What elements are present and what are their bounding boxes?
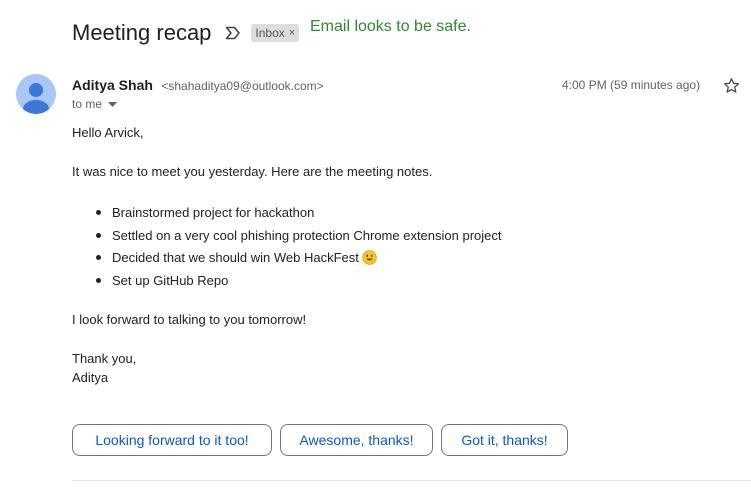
recipient-summary: to me: [72, 97, 103, 111]
sender-email: <shahaditya09@outlook.com>: [161, 79, 324, 93]
greeting-text: Hello Arvick,: [72, 125, 144, 140]
signature-text: Aditya: [72, 370, 109, 385]
closing-line-text: I look forward to talking to you tomorro…: [72, 312, 307, 327]
sender-avatar[interactable]: [16, 74, 56, 114]
smart-reply-button[interactable]: Looking forward to it too!: [72, 424, 272, 456]
list-item: Decided that we should win Web HackFest: [72, 249, 502, 272]
list-item: Set up GitHub Repo: [72, 272, 502, 295]
divider: [72, 480, 751, 481]
sender-name[interactable]: Aditya Shah: [72, 77, 153, 93]
intro-text: It was nice to meet you yesterday. Here …: [72, 164, 433, 179]
list-item: Brainstormed project for hackathon: [72, 204, 502, 227]
smart-reply-button[interactable]: Got it, thanks!: [441, 424, 568, 456]
smiling-face-emoji-icon: [362, 250, 377, 265]
caret-down-icon[interactable]: [108, 101, 118, 107]
meeting-notes-list: Brainstormed project for hackathon Settl…: [72, 204, 502, 294]
list-item: Settled on a very cool phishing protecti…: [72, 227, 502, 250]
important-marker-icon[interactable]: [225, 26, 241, 40]
list-item-text: Settled on a very cool phishing protecti…: [112, 227, 502, 243]
subject-row: Meeting recap Inbox ×: [72, 16, 300, 50]
star-icon[interactable]: [723, 77, 740, 94]
inbox-label-chip[interactable]: Inbox ×: [251, 24, 300, 42]
sender-row: Aditya Shah <shahaditya09@outlook.com>: [72, 77, 324, 95]
safety-status-message: Email looks to be safe.: [310, 18, 471, 35]
inbox-label-text: Inbox: [255, 26, 285, 40]
list-item-text: Set up GitHub Repo: [112, 272, 229, 288]
smart-reply-button[interactable]: Awesome, thanks!: [280, 424, 433, 456]
signoff-text: Thank you,: [72, 351, 137, 366]
remove-label-icon[interactable]: ×: [289, 26, 295, 40]
recipient-details-toggle[interactable]: to me: [72, 97, 118, 111]
person-avatar-icon: [23, 83, 49, 114]
email-subject: Meeting recap: [72, 20, 212, 45]
email-timestamp: 4:00 PM (59 minutes ago): [562, 78, 701, 92]
list-item-text: Brainstormed project for hackathon: [112, 205, 315, 220]
list-item-text: Decided that we should win Web HackFest: [112, 250, 359, 265]
